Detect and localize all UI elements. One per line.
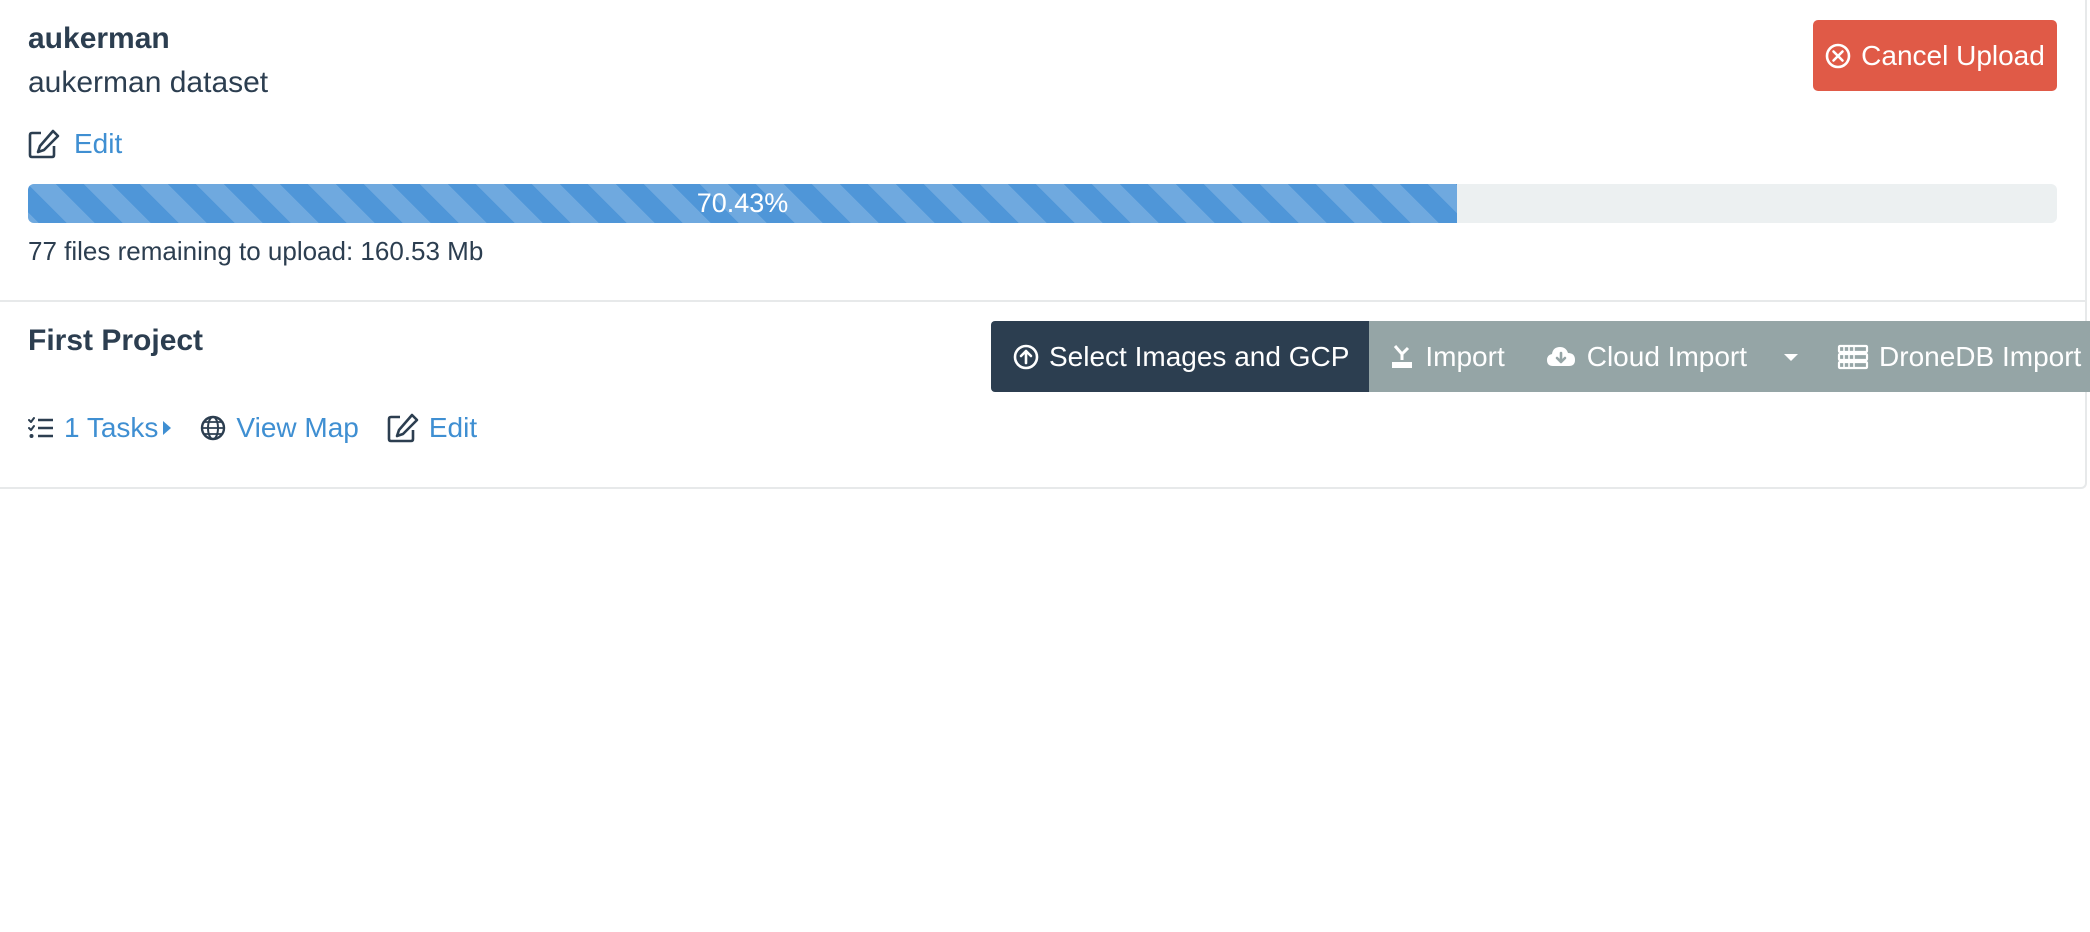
caret-right-icon <box>162 420 172 436</box>
upload-edit-label: Edit <box>74 128 123 159</box>
caret-down-icon <box>1783 352 1799 362</box>
cloud-import-label: Cloud Import <box>1586 340 1748 372</box>
import-icon <box>1389 343 1415 371</box>
upload-circle-icon <box>1013 344 1039 370</box>
project-panel: aukerman aukerman dataset Edit 70.43% 77… <box>0 0 2090 489</box>
cloud-import-dropdown-toggle[interactable] <box>1765 321 1820 392</box>
import-button[interactable]: Import <box>1369 321 1525 392</box>
project-edit-label: Edit <box>428 412 478 443</box>
upload-progress-bar: 70.43% <box>28 184 2057 223</box>
tasks-link[interactable]: 1 Tasks <box>28 412 172 444</box>
import-label: Import <box>1425 340 1505 372</box>
upload-title: aukerman <box>28 22 170 55</box>
upload-description: aukerman dataset <box>28 66 269 99</box>
project-links: 1 Tasks View Map Edit <box>28 408 505 448</box>
tasks-label: 1 Tasks <box>64 412 159 443</box>
project-title: First Project <box>28 324 204 357</box>
upload-remaining-text: 77 files remaining to upload: 160.53 Mb <box>28 236 484 266</box>
select-images-label: Select Images and GCP <box>1049 340 1350 372</box>
edit-icon <box>28 129 60 159</box>
select-images-button[interactable]: Select Images and GCP <box>991 321 1370 392</box>
dronedb-import-label: DroneDB Import <box>1879 340 2082 372</box>
upload-progress-text: 70.43% <box>696 188 789 218</box>
cloud-import-button[interactable]: Cloud Import <box>1524 321 1766 392</box>
cloud-download-icon <box>1545 344 1577 370</box>
view-map-link[interactable]: View Map <box>200 412 359 444</box>
cancel-upload-label: Cancel Upload <box>1861 39 2045 71</box>
dronedb-import-button[interactable]: DroneDB Import <box>1819 321 2090 392</box>
upload-edit-link[interactable]: Edit <box>28 128 122 160</box>
view-map-label: View Map <box>236 412 359 443</box>
tasks-list-icon <box>28 416 54 440</box>
globe-icon <box>200 415 226 441</box>
server-icon <box>1837 344 1869 370</box>
upload-section: aukerman aukerman dataset Edit 70.43% 77… <box>0 0 2085 302</box>
times-circle-icon <box>1825 43 1851 69</box>
project-edit-link[interactable]: Edit <box>387 412 477 444</box>
cancel-upload-button[interactable]: Cancel Upload <box>1813 20 2057 91</box>
project-upload-buttons: Select Images and GCP Import Cloud Impor… <box>991 321 2090 392</box>
edit-icon <box>387 413 419 443</box>
